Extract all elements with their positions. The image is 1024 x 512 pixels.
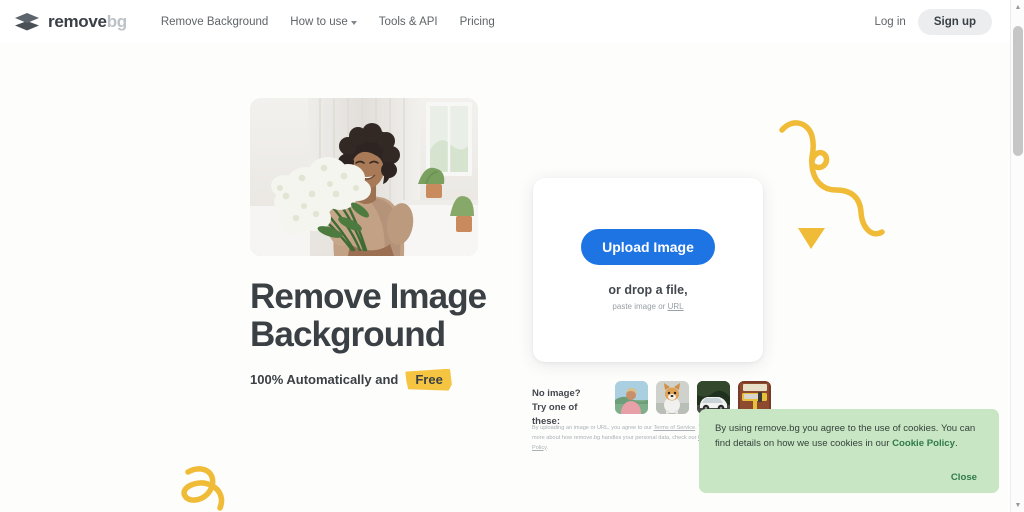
free-badge: Free [405, 369, 451, 391]
free-badge-label: Free [415, 371, 443, 387]
header-actions: Log in Sign up [874, 8, 992, 35]
sample-thumb-person[interactable] [615, 381, 648, 414]
signup-button[interactable]: Sign up [917, 8, 992, 35]
stacked-diamond-logo-icon [14, 11, 40, 33]
legal-part-1: By uploading an image or URL, you agree … [532, 425, 654, 431]
nav-label: Remove Background [160, 15, 269, 28]
logo-text-primary: remove [48, 11, 107, 31]
hero-section: Remove Image Background 100% Automatical… [250, 98, 510, 391]
nav-item-pricing[interactable]: Pricing [460, 16, 495, 28]
logo-text-secondary: bg [106, 11, 127, 31]
terms-of-service-link[interactable]: Terms of Service [653, 425, 695, 431]
hero-title-line-1: Remove Image [250, 277, 487, 316]
cookie-text-part-2: . [954, 437, 958, 449]
main-nav: Remove Background How to use Tools & API… [161, 16, 495, 28]
sample-thumb-dog[interactable] [656, 381, 689, 414]
site-logo[interactable]: removebg [14, 11, 127, 33]
hero-subtitle-text: 100% Automatically and [250, 372, 399, 388]
login-link[interactable]: Log in [874, 16, 905, 28]
site-header: removebg Remove Background How to use To… [0, 0, 1010, 43]
chevron-down-icon [350, 20, 357, 25]
nav-label: Pricing [459, 15, 495, 28]
nav-item-how-to-use[interactable]: How to use [290, 16, 357, 28]
paste-url-hint: paste image or URL [612, 302, 683, 311]
nav-label: Tools & API [378, 15, 438, 28]
sample-images-label: No image? Try one of these: [532, 381, 606, 428]
cookie-close-button[interactable]: Close [951, 472, 983, 483]
scroll-up-arrow-icon[interactable]: ▲ [1011, 0, 1024, 14]
cookie-policy-link[interactable]: Cookie Policy [892, 438, 955, 449]
page-title: Remove Image Background [250, 278, 510, 354]
nav-item-tools-api[interactable]: Tools & API [379, 16, 438, 28]
upload-dropzone-card[interactable]: Upload Image or drop a file, paste image… [533, 178, 763, 362]
vertical-scrollbar[interactable]: ▲ ▼ [1010, 0, 1024, 512]
url-link[interactable]: URL [668, 302, 684, 311]
scroll-down-arrow-icon[interactable]: ▼ [1011, 498, 1024, 512]
scrollbar-thumb[interactable] [1013, 26, 1023, 156]
hero-photo [250, 98, 478, 256]
cookie-banner-text: By using remove.bg you agree to the use … [715, 422, 983, 452]
cookie-consent-banner: By using remove.bg you agree to the use … [699, 409, 999, 493]
yellow-squiggle-right-decoration [778, 108, 898, 253]
paste-hint-prefix: paste image or [612, 302, 668, 311]
hero-title-line-2: Background [250, 314, 446, 354]
nav-label: How to use [290, 15, 348, 28]
yellow-squiggle-left-decoration [172, 458, 267, 512]
nav-item-remove-background[interactable]: Remove Background [161, 16, 268, 28]
logo-wordmark: removebg [48, 12, 127, 32]
upload-image-button[interactable]: Upload Image [581, 229, 715, 265]
sample-label-line-1: No image? [532, 388, 581, 399]
drop-file-text: or drop a file, [608, 283, 688, 297]
hero-subtitle: 100% Automatically and Free [250, 369, 510, 391]
page-root: removebg Remove Background How to use To… [0, 0, 1010, 512]
legal-part-3: . [546, 444, 549, 451]
